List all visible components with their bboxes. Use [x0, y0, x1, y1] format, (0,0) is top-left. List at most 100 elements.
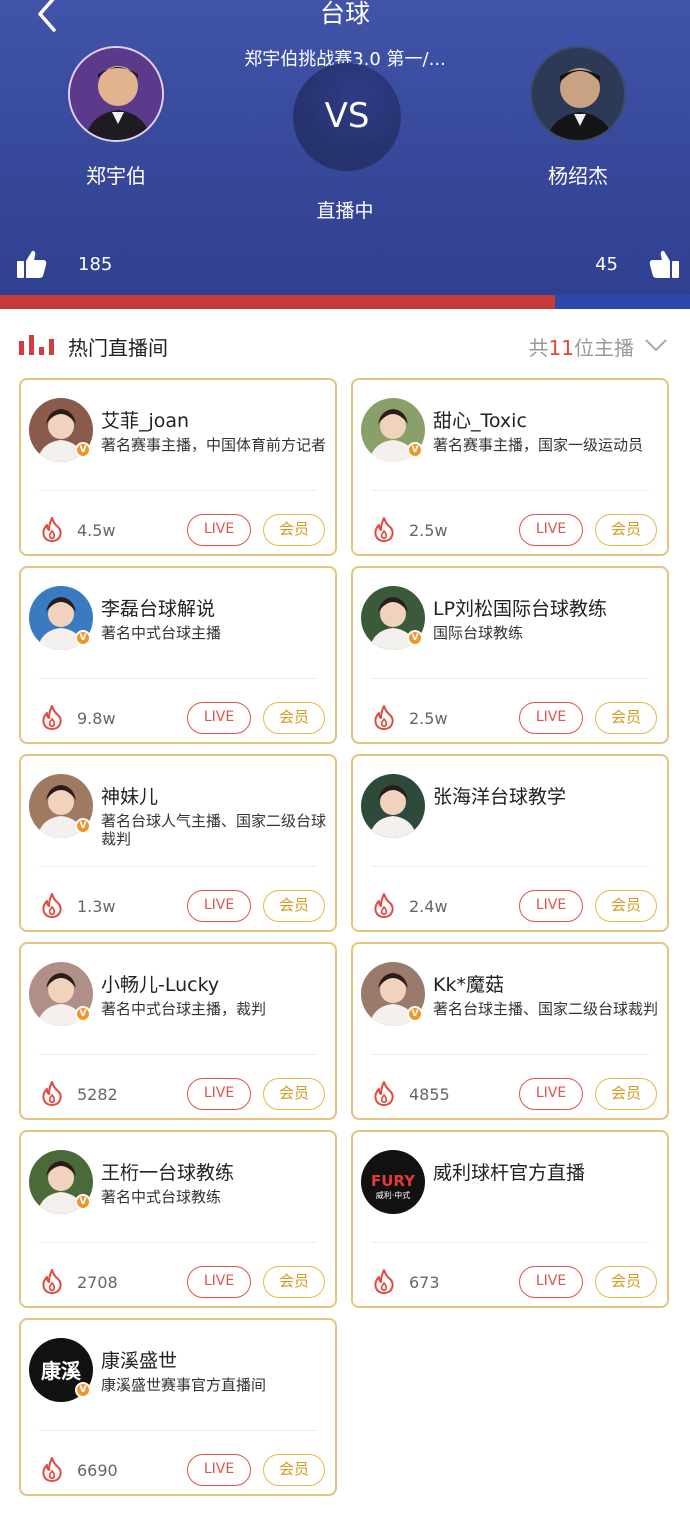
bar-chart-icon — [19, 335, 54, 355]
host-count-prefix: 共 — [528, 336, 549, 360]
streamer-card[interactable]: V 甜心_Toxic 著名赛事主播，国家一级运动员 2.5w LIVE 会员 — [351, 378, 669, 556]
live-button[interactable]: LIVE — [519, 702, 583, 734]
live-button[interactable]: LIVE — [519, 1078, 583, 1110]
streamer-description: 著名中式台球主播 — [101, 624, 222, 642]
fire-icon — [374, 517, 394, 542]
streamer-name: LP刘松国际台球教练 — [433, 598, 608, 620]
hot-rooms-header: 热门直播间 共11位主播 — [0, 325, 690, 365]
player-right-avatar — [530, 46, 626, 142]
member-button[interactable]: 会员 — [263, 702, 325, 734]
verified-badge-icon: V — [75, 442, 91, 458]
card-divider — [39, 490, 317, 491]
live-button[interactable]: LIVE — [187, 702, 251, 734]
live-button[interactable]: LIVE — [187, 1078, 251, 1110]
thumbs-up-icon[interactable] — [648, 248, 680, 280]
verified-badge-icon: V — [75, 1382, 91, 1398]
streamer-name: 神妹儿 — [101, 786, 159, 808]
verified-badge-icon: V — [75, 1194, 91, 1210]
card-divider — [39, 1430, 317, 1431]
host-count[interactable]: 共11位主播 — [529, 332, 634, 361]
avatar-logo-text: FURY — [371, 1172, 416, 1190]
streamer-description: 著名中式台球教练 — [101, 1188, 222, 1206]
streamer-name: 王桁一台球教练 — [101, 1162, 235, 1184]
streamer-card[interactable]: V 王桁一台球教练 著名中式台球教练 2708 LIVE 会员 — [19, 1130, 337, 1308]
card-divider — [371, 678, 649, 679]
streamer-card[interactable]: V Kk*魔菇 著名台球主播、国家二级台球裁判 4855 LIVE 会员 — [351, 942, 669, 1120]
streamer-card[interactable]: V 神妹儿著名台球人气主播、国家二级台球裁判 1.3w LIVE 会员 — [19, 754, 337, 932]
live-button[interactable]: LIVE — [187, 514, 251, 546]
viewer-count: 673 — [409, 1273, 440, 1292]
viewer-count: 6690 — [77, 1461, 118, 1480]
member-button[interactable]: 会员 — [595, 1078, 657, 1110]
streamer-name: 康溪盛世 — [101, 1350, 178, 1372]
member-button[interactable]: 会员 — [263, 1078, 325, 1110]
fire-icon — [42, 1269, 62, 1294]
member-button[interactable]: 会员 — [263, 1266, 325, 1298]
streamer-description: 著名台球主播、国家二级台球裁判 — [433, 1000, 659, 1018]
member-button[interactable]: 会员 — [595, 702, 657, 734]
streamer-avatar[interactable]: FURY 威利·中式 — [361, 1150, 425, 1214]
card-divider — [39, 866, 317, 867]
live-button[interactable]: LIVE — [187, 1266, 251, 1298]
host-count-suffix: 位主播 — [574, 336, 634, 360]
streamer-avatar[interactable] — [361, 774, 425, 838]
viewer-count: 1.3w — [77, 897, 116, 916]
live-button[interactable]: LIVE — [519, 890, 583, 922]
vs-label: VS — [324, 96, 370, 136]
player-left-avatar — [68, 46, 164, 142]
streamer-description: 著名赛事主播，中国体育前方记者 — [101, 436, 327, 454]
player-right-name: 杨绍杰 — [548, 164, 608, 188]
fire-icon — [374, 705, 394, 730]
fire-icon — [42, 1081, 62, 1106]
right-like-count: 45 — [595, 254, 618, 275]
member-button[interactable]: 会员 — [595, 514, 657, 546]
verified-badge-icon: V — [407, 630, 423, 646]
match-header: 台球 郑宇伯挑战赛3.0 第一/... 郑宇伯 VS 杨绍杰 直播中 185 4… — [0, 0, 690, 298]
player-right[interactable]: 杨绍杰 — [508, 46, 648, 189]
player-left-name: 郑宇伯 — [86, 164, 146, 188]
streamer-description: 著名赛事主播，国家一级运动员 — [433, 436, 644, 454]
viewer-count: 5282 — [77, 1085, 118, 1104]
member-button[interactable]: 会员 — [263, 1454, 325, 1486]
streamer-card[interactable]: V 李磊台球解说 著名中式台球主播 9.8w LIVE 会员 — [19, 566, 337, 744]
player-left[interactable]: 郑宇伯 — [46, 46, 186, 189]
live-button[interactable]: LIVE — [187, 890, 251, 922]
card-divider — [39, 678, 317, 679]
fire-icon — [374, 1269, 394, 1294]
streamer-card[interactable]: V LP刘松国际台球教练 国际台球教练 2.5w LIVE 会员 — [351, 566, 669, 744]
left-like-count: 185 — [78, 254, 113, 275]
member-button[interactable]: 会员 — [595, 1266, 657, 1298]
live-status: 直播中 — [316, 200, 374, 222]
card-divider — [39, 1054, 317, 1055]
streamer-card[interactable]: FURY 威利·中式 威利球杆官方直播 673 LIVE 会员 — [351, 1130, 669, 1308]
live-button[interactable]: LIVE — [519, 514, 583, 546]
vote-ratio-bar — [0, 295, 690, 309]
card-divider — [371, 1054, 649, 1055]
avatar-logo-text: 康溪 — [41, 1359, 82, 1383]
live-button[interactable]: LIVE — [187, 1454, 251, 1486]
chevron-down-icon[interactable] — [644, 335, 668, 355]
streamer-card[interactable]: V 小畅儿-Lucky 著名中式台球主播，裁判 5282 LIVE 会员 — [19, 942, 337, 1120]
streamer-name: 艾菲_joan — [101, 410, 190, 432]
card-divider — [371, 490, 649, 491]
viewer-count: 2.5w — [409, 521, 448, 540]
streamer-description: 著名台球人气主播、国家二级台球裁判 — [101, 812, 327, 848]
viewer-count: 2.4w — [409, 897, 448, 916]
card-divider — [371, 1242, 649, 1243]
streamer-card[interactable]: 张海洋台球教学 2.4w LIVE 会员 — [351, 754, 669, 932]
live-button[interactable]: LIVE — [519, 1266, 583, 1298]
streamer-card[interactable]: V 艾菲_joan 著名赛事主播，中国体育前方记者 4.5w LIVE 会员 — [19, 378, 337, 556]
verified-badge-icon: V — [407, 442, 423, 458]
streamer-description: 国际台球教练 — [433, 624, 524, 642]
viewer-count: 4.5w — [77, 521, 116, 540]
verified-badge-icon: V — [75, 818, 91, 834]
thumbs-up-icon[interactable] — [16, 248, 48, 280]
page-title: 台球 — [319, 0, 370, 28]
fire-icon — [374, 1081, 394, 1106]
viewer-count: 9.8w — [77, 709, 116, 728]
member-button[interactable]: 会员 — [595, 890, 657, 922]
streamer-description: 著名中式台球主播，裁判 — [101, 1000, 267, 1018]
member-button[interactable]: 会员 — [263, 514, 325, 546]
member-button[interactable]: 会员 — [263, 890, 325, 922]
streamer-card[interactable]: 康溪 V 康溪盛世 康溪盛世赛事官方直播间 6690 LIVE 会员 — [19, 1318, 337, 1496]
